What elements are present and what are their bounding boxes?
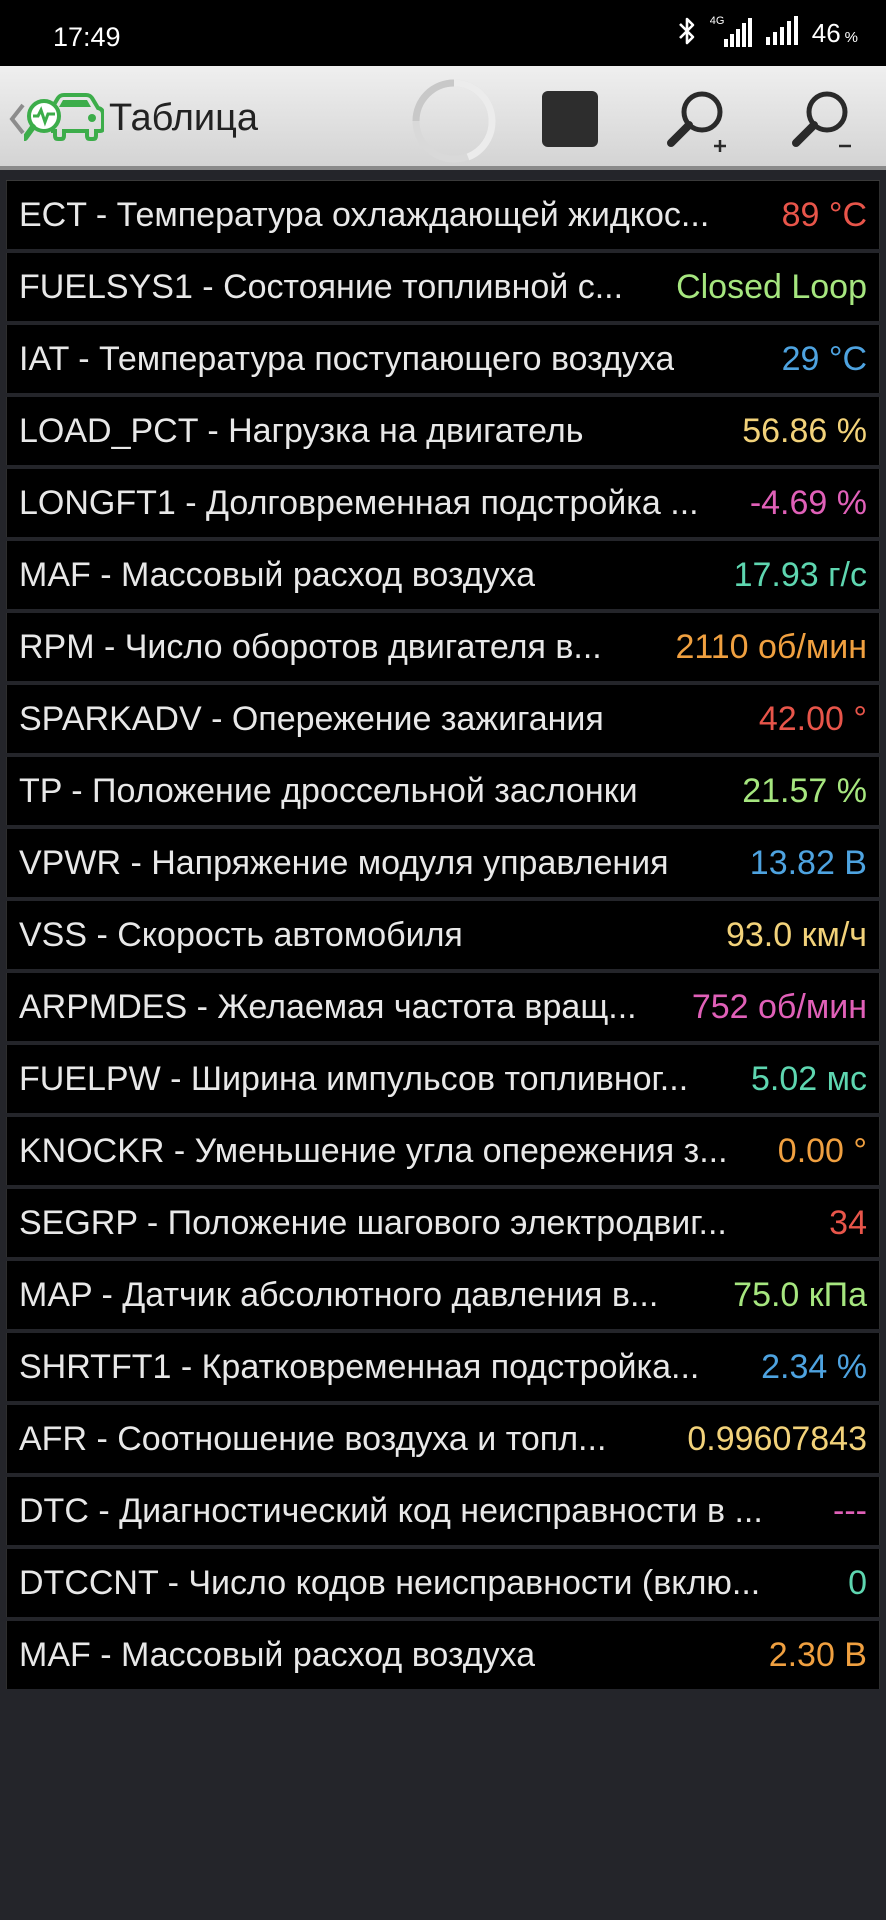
table-row[interactable]: MAF - Массовый расход воздуха 17.93 г/с (6, 541, 880, 609)
parameter-label: DTC - Диагностический код неисправности … (19, 1492, 763, 1530)
parameter-value: 34 (829, 1204, 867, 1242)
parameter-label: LONGFT1 - Долговременная подстройка ... (19, 484, 699, 522)
parameter-value: 2.30 В (768, 1636, 867, 1674)
parameter-label: VSS - Скорость автомобиля (19, 916, 463, 954)
stop-button[interactable] (542, 91, 598, 147)
parameter-label: LOAD_PCT - Нагрузка на двигатель (19, 412, 584, 450)
zoom-in-icon (667, 91, 726, 152)
table-row[interactable]: KNOCKR - Уменьшение угла опережения з...… (6, 1117, 880, 1185)
parameter-label: SPARKADV - Опережение зажигания (19, 700, 604, 738)
parameter-label: KNOCKR - Уменьшение угла опережения з... (19, 1132, 728, 1170)
status-bar: 17:49 4G 46 % (0, 0, 886, 66)
app-toolbar: Таблица (0, 66, 886, 170)
table-row[interactable]: MAF - Массовый расход воздуха 2.30 В (6, 1621, 880, 1689)
parameter-label: DTCCNT - Число кодов неисправности (вклю… (19, 1564, 761, 1602)
table-row[interactable]: ARPMDES - Желаемая частота вращ... 752 о… (6, 973, 880, 1041)
battery-indicator: 46 % (812, 18, 858, 49)
table-row[interactable]: SPARKADV - Опережение зажигания 42.00 ° (6, 685, 880, 753)
table-row[interactable]: LONGFT1 - Долговременная подстройка ... … (6, 469, 880, 537)
parameter-value: 93.0 км/ч (725, 916, 867, 954)
table-row[interactable]: SEGRP - Положение шагового электродвиг..… (6, 1189, 880, 1257)
parameter-value: 17.93 г/с (733, 556, 867, 594)
parameter-value: -4.69 % (749, 484, 867, 522)
battery-unit: % (844, 28, 858, 46)
parameter-label: VPWR - Напряжение модуля управления (19, 844, 669, 882)
status-icons: 4G 46 % (676, 15, 858, 52)
parameter-label: MAF - Массовый расход воздуха (19, 1636, 536, 1674)
table-row[interactable]: IAT - Температура поступающего воздуха 2… (6, 325, 880, 393)
parameter-value: 752 об/мин (691, 988, 867, 1026)
bluetooth-icon (676, 16, 698, 51)
parameter-label: FUELSYS1 - Состояние топливной с... (19, 268, 624, 306)
parameter-label: SEGRP - Положение шагового электродвиг..… (19, 1204, 727, 1242)
parameter-value: 13.82 В (749, 844, 867, 882)
parameter-value: 56.86 % (742, 412, 867, 450)
zoom-out-button[interactable] (791, 88, 863, 159)
parameter-label: IAT - Температура поступающего воздуха (19, 340, 675, 378)
zoom-out-icon (792, 91, 851, 148)
parameter-label: MAP - Датчик абсолютного давления в... (19, 1276, 659, 1314)
progress-spinner-icon (410, 77, 498, 170)
parameter-value: 75.0 кПа (733, 1276, 867, 1314)
parameter-value: 5.02 мс (751, 1060, 867, 1098)
table-row[interactable]: FUELPW - Ширина импульсов топливног... 5… (6, 1045, 880, 1113)
parameter-value: 21.57 % (742, 772, 867, 810)
parameter-label: AFR - Соотношение воздуха и топл... (19, 1420, 607, 1458)
page-title: Таблица (109, 97, 258, 139)
parameter-label: MAF - Массовый расход воздуха (19, 556, 536, 594)
table-row[interactable]: TP - Положение дроссельной заслонки 21.5… (6, 757, 880, 825)
parameter-label: RPM - Число оборотов двигателя в... (19, 628, 602, 666)
parameter-value: 0.00 ° (777, 1132, 867, 1170)
parameter-value: 89 °C (781, 196, 867, 234)
parameter-value: 2110 об/мин (675, 628, 867, 666)
parameter-table: ECT - Температура охлаждающей жидкос... … (6, 180, 880, 1693)
table-row[interactable]: MAP - Датчик абсолютного давления в... 7… (6, 1261, 880, 1329)
table-row[interactable]: ECT - Температура охлаждающей жидкос... … (6, 181, 880, 249)
parameter-value: 2.34 % (761, 1348, 867, 1386)
parameter-label: FUELPW - Ширина импульсов топливног... (19, 1060, 689, 1098)
battery-level: 46 (811, 17, 841, 48)
parameter-label: ECT - Температура охлаждающей жидкос... (19, 196, 710, 234)
table-row[interactable]: SHRTFT1 - Кратковременная подстройка... … (6, 1333, 880, 1401)
table-row[interactable]: RPM - Число оборотов двигателя в... 2110… (6, 613, 880, 681)
zoom-in-button[interactable] (664, 88, 736, 159)
table-row[interactable]: LOAD_PCT - Нагрузка на двигатель 56.86 % (6, 397, 880, 465)
parameter-value: Closed Loop (676, 268, 867, 306)
table-row[interactable]: DTCCNT - Число кодов неисправности (вклю… (6, 1549, 880, 1617)
table-row[interactable]: AFR - Соотношение воздуха и топл... 0.99… (6, 1405, 880, 1473)
table-row[interactable]: VSS - Скорость автомобиля 93.0 км/ч (6, 901, 880, 969)
status-time: 17:49 (53, 22, 121, 52)
parameter-value: 0.99607843 (687, 1420, 867, 1458)
parameter-value: 0 (848, 1564, 867, 1602)
parameter-value: 29 °C (781, 340, 867, 378)
signal-icon: 4G (710, 15, 752, 49)
signal-icon-2 (764, 15, 800, 52)
car-logo-icon[interactable] (22, 86, 105, 153)
parameter-label: SHRTFT1 - Кратковременная подстройка... (19, 1348, 700, 1386)
parameter-value: --- (833, 1492, 867, 1530)
parameter-value: 42.00 ° (758, 700, 867, 738)
parameter-label: TP - Положение дроссельной заслонки (19, 772, 638, 810)
table-row[interactable]: FUELSYS1 - Состояние топливной с... Clos… (6, 253, 880, 321)
table-row[interactable]: VPWR - Напряжение модуля управления 13.8… (6, 829, 880, 897)
table-row[interactable]: DTC - Диагностический код неисправности … (6, 1477, 880, 1545)
parameter-label: ARPMDES - Желаемая частота вращ... (19, 988, 637, 1026)
